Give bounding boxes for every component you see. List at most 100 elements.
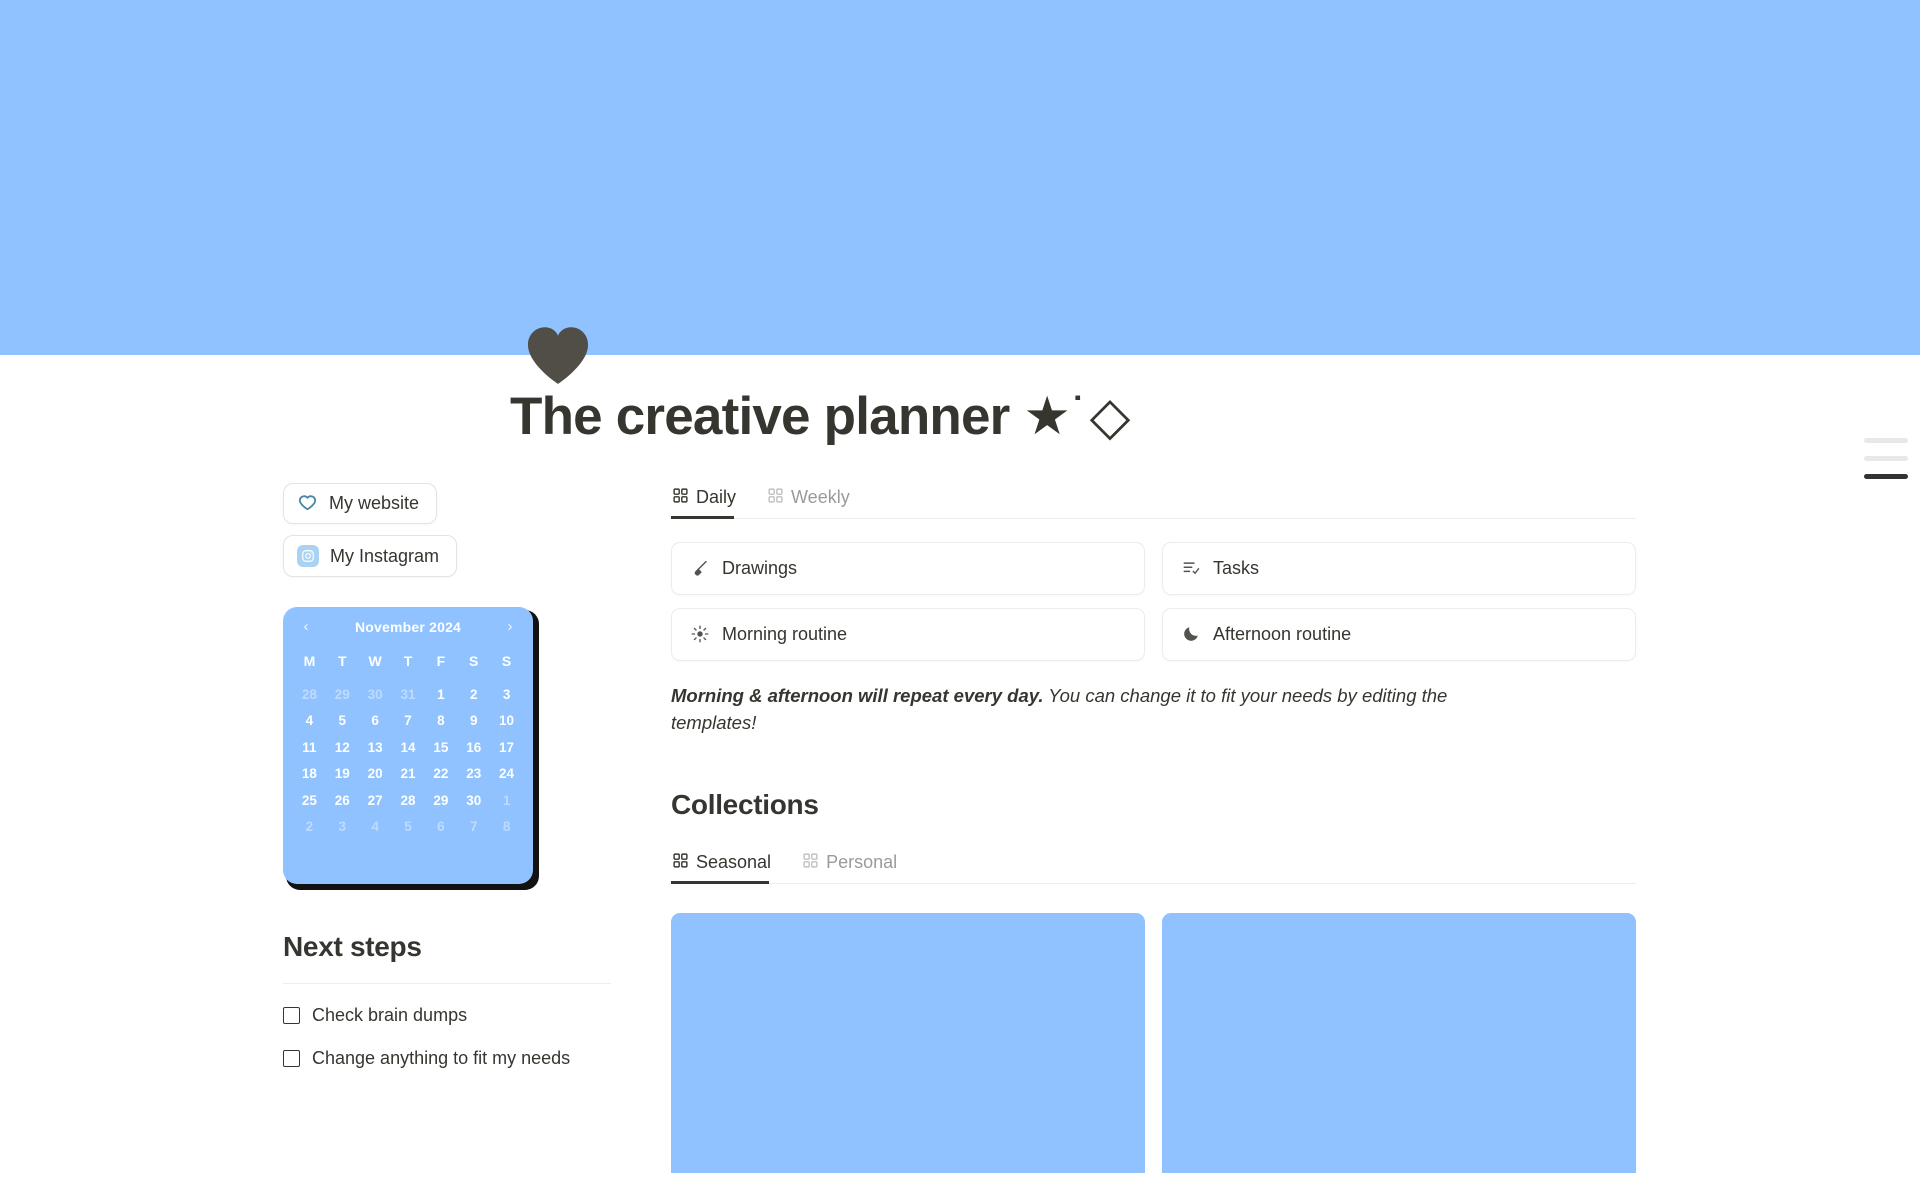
- calendar-day[interactable]: 31: [392, 688, 425, 702]
- todo-label: Change anything to fit my needs: [312, 1048, 571, 1069]
- calendar-day[interactable]: 28: [293, 688, 326, 702]
- page-card-afternoon-routine[interactable]: Afternoon routine: [1162, 607, 1636, 661]
- calendar-day[interactable]: 3: [326, 820, 359, 834]
- calendar-day[interactable]: 4: [359, 820, 392, 834]
- tab-label: Personal: [826, 851, 898, 872]
- calendar-day[interactable]: 5: [326, 714, 359, 728]
- table-of-contents-rail[interactable]: [1858, 438, 1908, 479]
- page-cover: [0, 0, 1920, 355]
- calendar-day[interactable]: 16: [457, 741, 490, 755]
- calendar-day[interactable]: 30: [359, 688, 392, 702]
- calendar-prev-month-button[interactable]: ‹: [299, 619, 313, 634]
- page-body: The creative planner ★˙◇ My website My I…: [0, 355, 1920, 1173]
- tab-label: Daily: [696, 486, 737, 507]
- heart-outline-icon: [297, 493, 318, 514]
- todo-item: Change anything to fit my needs: [283, 1046, 611, 1070]
- link-label: My Instagram: [330, 545, 440, 566]
- calendar-day[interactable]: 6: [359, 714, 392, 728]
- calendar-day[interactable]: 7: [392, 714, 425, 728]
- tab-personal[interactable]: Personal: [801, 848, 907, 883]
- calendar-day[interactable]: 4: [293, 714, 326, 728]
- tab-weekly[interactable]: Weekly: [766, 483, 860, 518]
- calendar-day[interactable]: 20: [359, 767, 392, 781]
- calendar-day[interactable]: 14: [392, 741, 425, 755]
- calendar-widget[interactable]: ‹ November 2024 › M T W T F S S 28 29 30 31 1 2 3 4 5 6 7…: [283, 606, 539, 890]
- calendar-day[interactable]: 12: [326, 741, 359, 755]
- calendar-day[interactable]: 5: [392, 820, 425, 834]
- calendar-weekday-4: F: [436, 652, 446, 669]
- calendar-day[interactable]: 25: [293, 794, 326, 808]
- calendar-day[interactable]: 17: [490, 741, 523, 755]
- page-card-label: Afternoon routine: [1213, 623, 1352, 644]
- grid-icon: [768, 487, 783, 508]
- page-card-label: Tasks: [1213, 557, 1260, 578]
- toc-line-1[interactable]: [1864, 438, 1908, 443]
- calendar-header: ‹ November 2024 ›: [293, 619, 523, 635]
- tab-label: Weekly: [791, 486, 850, 507]
- calendar-day[interactable]: 1: [490, 794, 523, 808]
- page-card-tasks[interactable]: Tasks: [1162, 541, 1636, 595]
- planner-note: Morning & afternoon will repeat every da…: [671, 683, 1501, 737]
- calendar-day[interactable]: 1: [424, 688, 457, 702]
- calendar-day[interactable]: 15: [424, 741, 457, 755]
- paintbrush-icon: [690, 558, 710, 578]
- next-steps-list: Check brain dumps Change anything to fit …: [283, 1003, 611, 1071]
- main-column: Daily Weekly Drawings Tasks Morning rout…: [671, 483, 1636, 1173]
- calendar-day[interactable]: 28: [392, 794, 425, 808]
- page-card-morning-routine[interactable]: Morning routine: [671, 607, 1145, 661]
- calendar-day[interactable]: 9: [457, 714, 490, 728]
- link-my-website[interactable]: My website: [283, 482, 438, 524]
- calendar-day[interactable]: 26: [326, 794, 359, 808]
- calendar-weekday-6: S: [501, 652, 512, 669]
- sun-icon: [690, 624, 710, 644]
- collection-card-1[interactable]: [671, 912, 1145, 1173]
- calendar-day[interactable]: 24: [490, 767, 523, 781]
- calendar-day[interactable]: 21: [392, 767, 425, 781]
- collections-tabstrip: Seasonal Personal: [671, 848, 1636, 884]
- tab-label: Seasonal: [696, 851, 772, 872]
- calendar-day[interactable]: 13: [359, 741, 392, 755]
- calendar-day[interactable]: 22: [424, 767, 457, 781]
- calendar-day[interactable]: 2: [293, 820, 326, 834]
- calendar-grid: M T W T F S S 28 29 30 31 1 2 3 4 5 6 7 8 9 10 11 12 13 14 15 16 17…: [293, 653, 523, 834]
- next-steps-divider: [283, 982, 611, 984]
- calendar-day[interactable]: 30: [457, 794, 490, 808]
- link-label: My website: [329, 493, 420, 514]
- calendar-day[interactable]: 8: [424, 714, 457, 728]
- page-card-label: Morning routine: [722, 623, 848, 644]
- calendar-month-label: November 2024: [354, 618, 462, 635]
- calendar-next-month-button[interactable]: ›: [503, 619, 517, 634]
- page-title-decoration: ★˙◇: [1023, 387, 1131, 446]
- collections-heading: Collections: [671, 788, 819, 820]
- page-title[interactable]: The creative planner ★˙◇: [510, 387, 1920, 448]
- toc-line-2[interactable]: [1864, 456, 1908, 461]
- calendar-day[interactable]: 2: [457, 688, 490, 702]
- calendar-day[interactable]: 29: [326, 688, 359, 702]
- tab-seasonal[interactable]: Seasonal: [671, 848, 781, 884]
- page-card-drawings[interactable]: Drawings: [671, 541, 1145, 595]
- calendar-day[interactable]: 10: [490, 714, 523, 728]
- calendar-day[interactable]: 8: [490, 820, 523, 834]
- calendar-weekday-0: M: [303, 652, 316, 669]
- calendar-day[interactable]: 18: [293, 767, 326, 781]
- toc-line-3-active[interactable]: [1864, 474, 1908, 479]
- calendar-day[interactable]: 6: [424, 820, 457, 834]
- calendar-day[interactable]: 29: [424, 794, 457, 808]
- link-my-instagram[interactable]: My Instagram: [283, 534, 458, 577]
- calendar-day[interactable]: 27: [359, 794, 392, 808]
- todo-checkbox[interactable]: [283, 1050, 300, 1068]
- calendar: ‹ November 2024 › M T W T F S S 28 29 30 31 1 2 3 4 5 6 7…: [283, 606, 533, 884]
- heart-icon[interactable]: [521, 318, 595, 392]
- tab-daily[interactable]: Daily: [671, 483, 746, 519]
- calendar-day[interactable]: 11: [293, 741, 326, 755]
- collection-card-2[interactable]: [1162, 912, 1636, 1173]
- todo-checkbox[interactable]: [283, 1006, 300, 1024]
- todo-item: Check brain dumps: [283, 1003, 611, 1027]
- grid-icon: [673, 852, 688, 873]
- calendar-day[interactable]: 3: [490, 688, 523, 702]
- calendar-day[interactable]: 19: [326, 767, 359, 781]
- instagram-icon: [297, 544, 319, 567]
- page-card-label: Drawings: [722, 557, 798, 578]
- calendar-day[interactable]: 23: [457, 767, 490, 781]
- calendar-day[interactable]: 7: [457, 820, 490, 834]
